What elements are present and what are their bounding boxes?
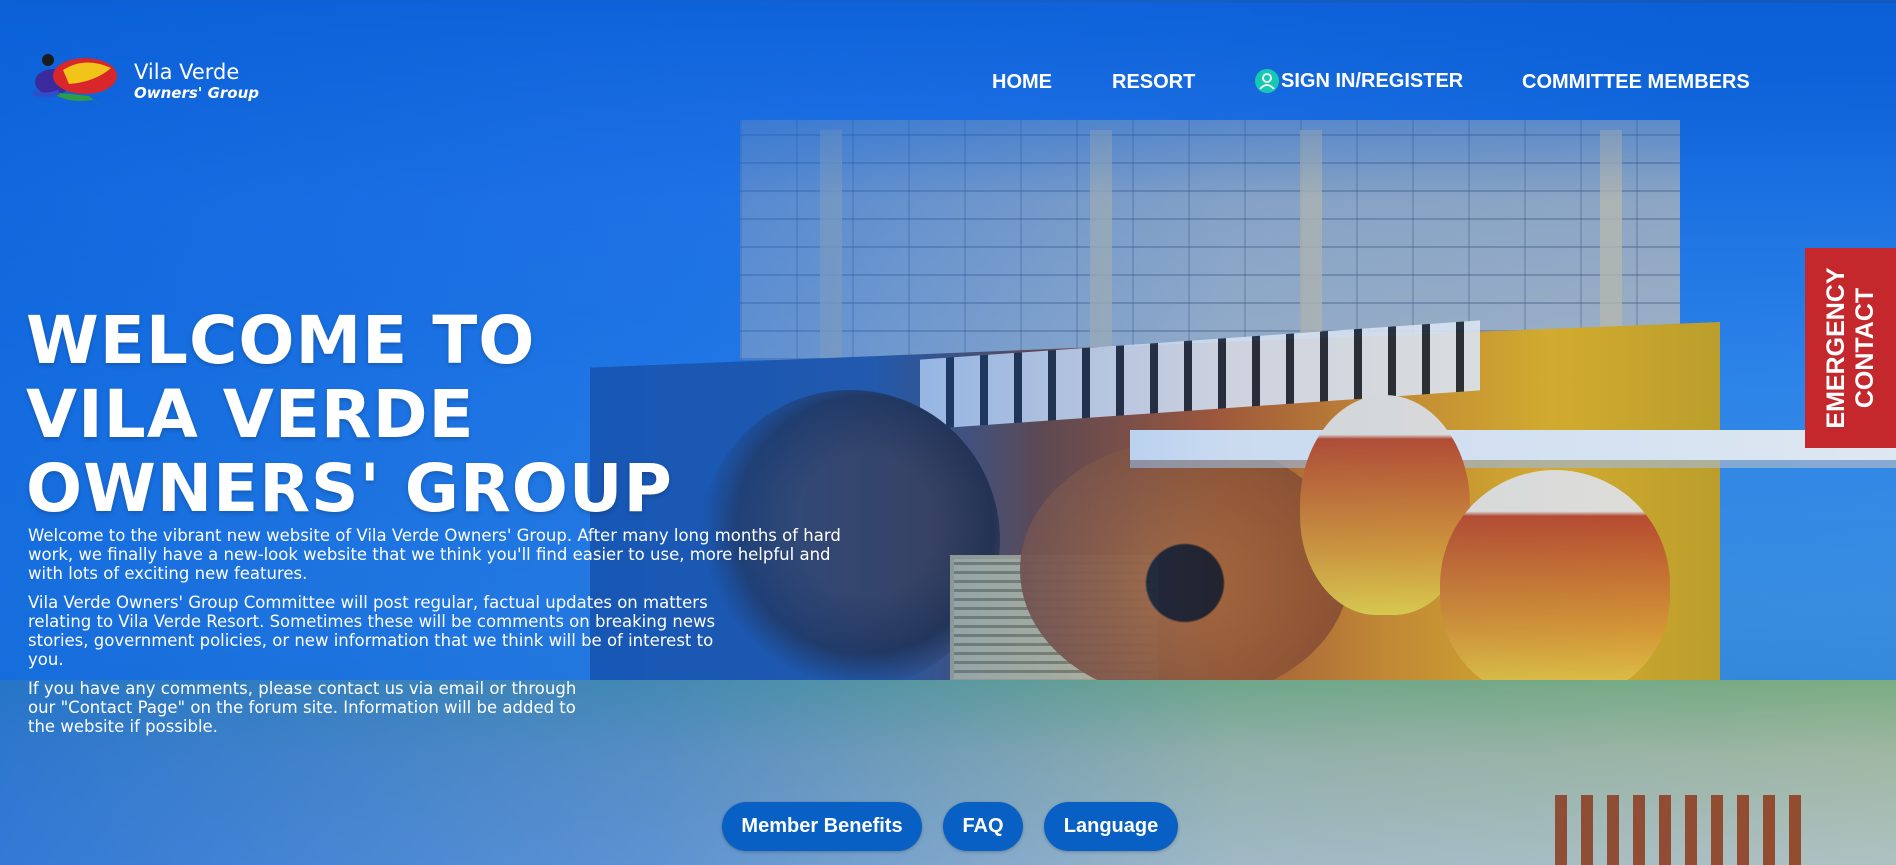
user-icon (1255, 69, 1279, 93)
turtle-logo-icon (33, 54, 117, 110)
emergency-contact-tab[interactable]: EMERGENCY CONTACT (1805, 248, 1896, 448)
nav-resort-label: RESORT (1112, 71, 1196, 93)
nav-sign-in-label: SIGN IN/REGISTER (1281, 69, 1464, 92)
logo-subtitle: Owners' Group (134, 84, 260, 102)
blue-overlay-top (0, 0, 1896, 200)
site-logo[interactable]: Vila Verde Owners' Group (33, 52, 260, 114)
nav-sign-in-register[interactable]: SIGN IN/REGISTER (1255, 69, 1463, 93)
nav-committee-label: COMMITTEE MEMBERS (1522, 71, 1750, 93)
intro-paragraph: Welcome to the vibrant new website of Vi… (28, 526, 841, 583)
intro-paragraph: If you have any comments, please contact… (28, 679, 577, 736)
faq-button[interactable]: FAQ (943, 802, 1023, 851)
nav-home-label: HOME (992, 71, 1052, 93)
page: Vila Verde Owners' Group HOME RESORT SIG… (0, 0, 1896, 865)
emergency-contact-label: EMERGENCY CONTACT (1822, 267, 1880, 428)
intro-paragraph: Vila Verde Owners' Group Committee will … (28, 593, 716, 669)
hero-intro: Welcome to the vibrant new website of Vi… (28, 526, 848, 746)
hero-title-line: VILA VERDE (26, 376, 475, 453)
logo-title: Vila Verde (134, 60, 240, 84)
hero-title-line: OWNERS' GROUP (26, 450, 673, 527)
language-button[interactable]: Language (1044, 802, 1178, 851)
nav-committee-members[interactable]: COMMITTEE MEMBERS (1522, 71, 1750, 94)
hero-title-line: WELCOME TO (26, 302, 536, 379)
hero-title: WELCOME TO VILA VERDE OWNERS' GROUP (26, 304, 826, 526)
nav-home[interactable]: HOME (992, 71, 1052, 94)
member-benefits-button[interactable]: Member Benefits (722, 802, 922, 851)
emergency-label-line1: EMERGENCY (1821, 267, 1850, 429)
emergency-label-line2: CONTACT (1850, 287, 1879, 409)
nav-resort[interactable]: RESORT (1112, 71, 1195, 94)
